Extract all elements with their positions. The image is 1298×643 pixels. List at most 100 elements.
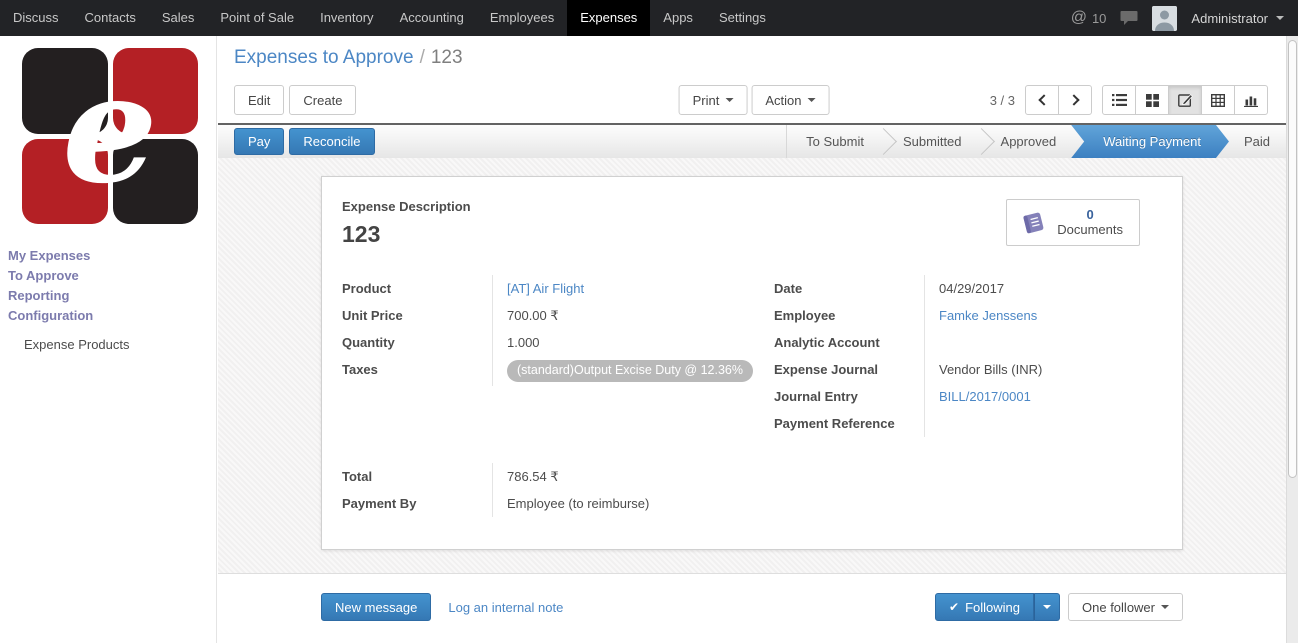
- payment-reference-value: [924, 410, 1158, 437]
- print-dropdown-button[interactable]: Print: [679, 85, 748, 115]
- sidebar: e My Expenses To Approve Reporting Confi…: [0, 36, 217, 643]
- employee-value-link[interactable]: Famke Jenssens: [939, 308, 1037, 323]
- field-payment-reference: Payment Reference: [774, 410, 1158, 437]
- nav-expenses[interactable]: Expenses: [567, 0, 650, 36]
- field-employee: Employee Famke Jenssens: [774, 302, 1158, 329]
- following-button[interactable]: ✔ Following: [935, 593, 1034, 621]
- breadcrumb: Expenses to Approve/123: [234, 46, 1268, 70]
- step-paid[interactable]: Paid: [1225, 125, 1286, 158]
- reconcile-button[interactable]: Reconcile: [289, 128, 374, 155]
- nav-inventory[interactable]: Inventory: [307, 0, 386, 36]
- form-area: Expense Description 123 0 Documents Prod…: [218, 158, 1286, 573]
- taxes-label: Taxes: [342, 356, 492, 386]
- sidebar-item-my-expenses[interactable]: My Expenses: [0, 246, 216, 266]
- pay-button[interactable]: Pay: [234, 128, 284, 155]
- caret-down-icon: [807, 98, 815, 102]
- sidebar-item-expense-products[interactable]: Expense Products: [0, 335, 216, 354]
- documents-count: 0: [1057, 207, 1123, 222]
- step-to-submit[interactable]: To Submit: [787, 125, 883, 158]
- company-logo: e: [22, 48, 198, 224]
- expense-description-label: Expense Description: [342, 199, 471, 214]
- action-dropdown-button[interactable]: Action: [751, 85, 829, 115]
- step-submitted[interactable]: Submitted: [884, 125, 981, 158]
- product-value-link[interactable]: [AT] Air Flight: [507, 281, 584, 296]
- avatar[interactable]: [1152, 6, 1177, 31]
- sidebar-item-configuration[interactable]: Configuration: [0, 306, 216, 326]
- payment-reference-label: Payment Reference: [774, 410, 924, 437]
- nav-sales[interactable]: Sales: [149, 0, 208, 36]
- following-label: Following: [965, 600, 1020, 615]
- field-unit-price: Unit Price 700.00 ₹: [342, 302, 774, 329]
- pivot-icon: [1211, 94, 1225, 107]
- status-steps: To Submit Submitted Approved Waiting Pay…: [786, 125, 1286, 158]
- chat-bubble-icon[interactable]: [1120, 10, 1138, 26]
- at-icon: @: [1071, 9, 1087, 27]
- followers-dropdown-button[interactable]: One follower: [1068, 593, 1183, 621]
- create-button[interactable]: Create: [289, 85, 356, 115]
- scrollbar-thumb[interactable]: [1288, 40, 1297, 478]
- chatter: New message Log an internal note ✔ Follo…: [218, 573, 1286, 643]
- nav-contacts[interactable]: Contacts: [72, 0, 149, 36]
- field-analytic-account: Analytic Account: [774, 329, 1158, 356]
- print-label: Print: [693, 93, 720, 108]
- nav-point-of-sale[interactable]: Point of Sale: [207, 0, 307, 36]
- book-icon: [1019, 210, 1047, 236]
- unit-price-value: 700.00 ₹: [492, 302, 774, 329]
- vertical-scrollbar[interactable]: [1286, 36, 1298, 643]
- view-list-button[interactable]: [1102, 85, 1136, 115]
- followers-label: One follower: [1082, 600, 1155, 615]
- date-label: Date: [774, 275, 924, 302]
- documents-stat-button[interactable]: 0 Documents: [1006, 199, 1140, 246]
- chevron-left-icon: [1038, 94, 1049, 105]
- statusbar: Pay Reconcile To Submit Submitted Approv…: [218, 123, 1286, 158]
- view-kanban-button[interactable]: [1135, 85, 1169, 115]
- action-label: Action: [765, 93, 801, 108]
- payment-by-label: Payment By: [342, 490, 492, 517]
- mention-count: 10: [1092, 11, 1106, 26]
- logo-letter: e: [22, 48, 198, 224]
- employee-label: Employee: [774, 302, 924, 329]
- chevron-right-icon: [1068, 94, 1079, 105]
- nav-accounting[interactable]: Accounting: [387, 0, 477, 36]
- user-name: Administrator: [1191, 11, 1268, 26]
- caret-down-icon: [725, 98, 733, 102]
- breadcrumb-current: 123: [431, 47, 463, 68]
- sidebar-menu: My Expenses To Approve Reporting Configu…: [0, 246, 216, 354]
- following-dropdown-button[interactable]: [1034, 593, 1060, 621]
- quantity-value: 1.000: [492, 329, 774, 356]
- graph-icon: [1244, 94, 1258, 107]
- nav-employees[interactable]: Employees: [477, 0, 567, 36]
- sidebar-item-to-approve[interactable]: To Approve: [0, 266, 216, 286]
- control-panel: Expenses to Approve/123 Edit Create Prin…: [218, 36, 1286, 123]
- sidebar-item-reporting[interactable]: Reporting: [0, 286, 216, 306]
- quantity-label: Quantity: [342, 329, 492, 356]
- new-message-button[interactable]: New message: [321, 593, 431, 621]
- nav-discuss[interactable]: Discuss: [0, 0, 72, 36]
- caret-down-icon: [1276, 16, 1284, 20]
- view-graph-button[interactable]: [1234, 85, 1268, 115]
- mentions-counter[interactable]: @ 10: [1071, 9, 1107, 27]
- view-form-button[interactable]: [1168, 85, 1202, 115]
- field-total: Total 786.54 ₹: [342, 463, 774, 490]
- log-internal-note-link[interactable]: Log an internal note: [448, 600, 563, 615]
- pager-next-button[interactable]: [1058, 85, 1092, 115]
- unit-price-label: Unit Price: [342, 302, 492, 329]
- nav-settings[interactable]: Settings: [706, 0, 779, 36]
- field-quantity: Quantity 1.000: [342, 329, 774, 356]
- breadcrumb-parent-link[interactable]: Expenses to Approve: [234, 47, 414, 68]
- edit-button[interactable]: Edit: [234, 85, 284, 115]
- analytic-account-label: Analytic Account: [774, 329, 924, 356]
- view-pivot-button[interactable]: [1201, 85, 1235, 115]
- top-navbar: Discuss Contacts Sales Point of Sale Inv…: [0, 0, 1298, 36]
- date-value: 04/29/2017: [924, 275, 1158, 302]
- nav-apps[interactable]: Apps: [650, 0, 706, 36]
- step-approved[interactable]: Approved: [982, 125, 1076, 158]
- pager-previous-button[interactable]: [1025, 85, 1059, 115]
- total-label: Total: [342, 463, 492, 490]
- expense-journal-label: Expense Journal: [774, 356, 924, 383]
- journal-entry-value-link[interactable]: BILL/2017/0001: [939, 389, 1031, 404]
- caret-down-icon: [1161, 605, 1169, 609]
- field-taxes: Taxes (standard)Output Excise Duty @ 12.…: [342, 356, 774, 386]
- step-waiting-payment[interactable]: Waiting Payment: [1071, 125, 1229, 158]
- user-menu[interactable]: Administrator: [1191, 11, 1284, 26]
